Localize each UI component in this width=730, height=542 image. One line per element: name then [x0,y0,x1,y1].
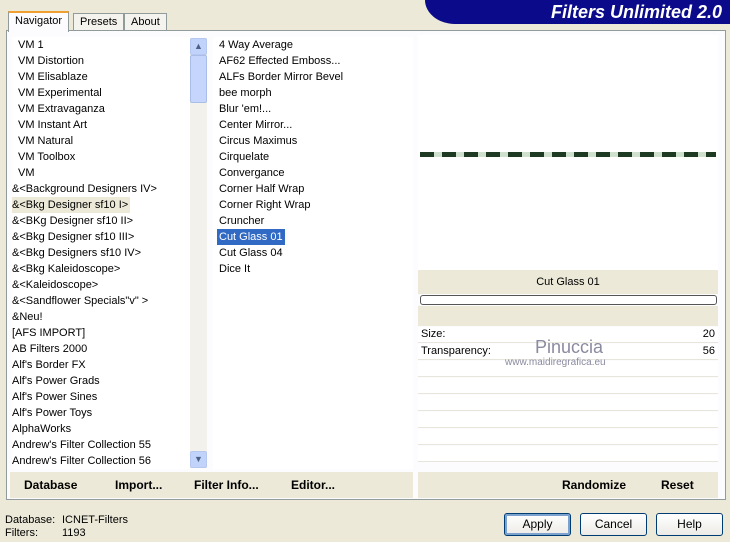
tab-navigator[interactable]: Navigator [8,11,70,32]
filter-item[interactable]: AF62 Effected Emboss... [217,53,342,69]
tab-about[interactable]: About [124,13,167,31]
filter-item[interactable]: bee morph [217,85,274,101]
scroll-up-icon[interactable]: ▲ [190,38,207,55]
import-button[interactable]: Import... [115,472,162,498]
category-item[interactable]: Alf's Border FX [12,357,88,373]
status-info: Database: ICNET-Filters Filters: 1193 [5,514,128,540]
filter-item[interactable]: Cirquelate [217,149,271,165]
database-button[interactable]: Database [24,472,77,498]
scroll-down-icon[interactable]: ▼ [190,451,207,468]
param-row-empty [418,429,718,445]
category-item[interactable]: &<BKg Designer sf10 II> [12,213,135,229]
category-item[interactable]: VM Experimental [16,85,104,101]
category-item[interactable]: &<Bkg Kaleidoscope> [12,261,122,277]
category-item[interactable]: Andrew's Filter Collection 56 [12,453,153,469]
param-value: 20 [702,328,715,340]
database-value: ICNET-Filters [62,514,128,526]
filter-item[interactable]: Cruncher [217,213,266,229]
category-item[interactable]: VM Toolbox [16,149,77,165]
tab-presets[interactable]: Presets [73,13,125,31]
param-row-empty [418,378,718,394]
apply-button[interactable]: Apply [504,513,571,536]
category-item[interactable]: AlphaWorks [12,421,73,437]
param-value: 56 [702,345,715,357]
filters-label: Filters: [5,527,38,539]
filter-item[interactable]: Circus Maximus [217,133,299,149]
category-scrollbar[interactable]: ▲ ▼ [190,38,207,468]
filter-item[interactable]: Corner Half Wrap [217,181,306,197]
category-item[interactable]: &<Sandflower Specials"v" > [12,293,150,309]
param-label: Transparency: [421,345,491,357]
category-list[interactable]: VM 1 VM Distortion VM Elisablaze VM Experim… [12,37,190,469]
category-item[interactable]: VM 1 [16,37,46,53]
watermark-url: www.maidiregrafica.eu [505,357,606,368]
param-label: Size: [421,328,446,340]
category-item[interactable]: [AFS IMPORT] [12,325,87,341]
filters-value: 1193 [62,527,86,539]
category-item[interactable]: VM Extravaganza [16,101,107,117]
app-title-banner: Filters Unlimited 2.0 [425,0,730,24]
progress-bar [420,295,717,305]
category-item[interactable]: VM Instant Art [16,117,89,133]
right-button-bar: Randomize Reset [418,472,718,498]
category-item[interactable]: &<Bkg Designer sf10 III> [12,229,136,245]
category-item[interactable]: Alf's Power Toys [12,405,94,421]
category-item[interactable]: &<Bkg Designer sf10 I> [12,197,131,213]
left-button-bar: Database Import... Filter Info... Editor… [10,472,413,498]
category-item[interactable]: AB Filters 2000 [12,341,89,357]
category-item[interactable]: Andrew's Filter Collection 55 [12,437,153,453]
category-item[interactable]: VM Distortion [16,53,86,69]
filter-item[interactable]: Corner Right Wrap [217,197,313,213]
category-item[interactable]: &<Bkg Designers sf10 IV> [12,245,143,261]
category-item[interactable]: VM [16,165,37,181]
category-item[interactable]: &<Background Designers IV> [12,181,159,197]
filter-item[interactable]: ALFs Border Mirror Bevel [217,69,345,85]
spacer [418,306,718,326]
filter-item[interactable]: Blur 'em!... [217,101,273,117]
preview-area [418,35,718,270]
category-item[interactable]: Alf's Power Sines [12,389,99,405]
param-row-empty [418,395,718,411]
help-button[interactable]: Help [656,513,723,536]
category-item[interactable]: &Neu! [12,309,45,325]
category-item[interactable]: Alf's Power Grads [12,373,102,389]
scroll-thumb[interactable] [190,55,207,103]
filter-item[interactable]: 4 Way Average [217,37,295,53]
filter-item[interactable]: Dice It [217,261,252,277]
filter-list[interactable]: 4 Way Average AF62 Effected Emboss... ALFs… [213,37,413,469]
cancel-button[interactable]: Cancel [580,513,647,536]
preview-image [420,152,716,157]
editor-button[interactable]: Editor... [291,472,335,498]
filter-item[interactable]: Center Mirror... [217,117,294,133]
category-item[interactable]: VM Natural [16,133,75,149]
filter-item[interactable]: Convergance [217,165,286,181]
watermark-name: Pinuccia [535,337,604,357]
filter-item[interactable]: Cut Glass 01 [217,229,285,245]
filter-item[interactable]: Cut Glass 04 [217,245,285,261]
reset-button[interactable]: Reset [661,472,694,498]
randomize-button[interactable]: Randomize [562,472,626,498]
filter-info-button[interactable]: Filter Info... [194,472,259,498]
category-item[interactable]: &<Kaleidoscope> [12,277,100,293]
param-row-empty [418,412,718,428]
category-item[interactable]: VM Elisablaze [16,69,90,85]
selected-filter-name: Cut Glass 01 [418,270,718,294]
param-row-empty [418,446,718,462]
database-label: Database: [5,514,56,526]
